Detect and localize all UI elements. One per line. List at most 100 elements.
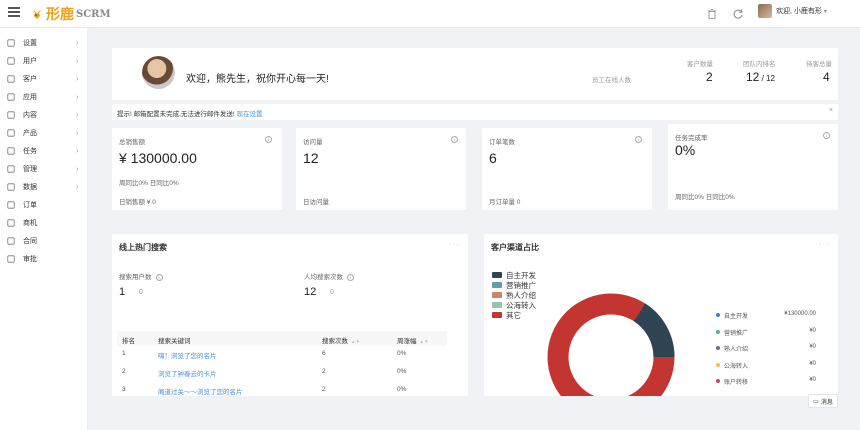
legend-label: 熟人介绍 <box>724 347 749 353</box>
kpi-sub-compare: 周同比0% 日同比0% <box>675 194 735 201</box>
profile-avatar <box>142 56 175 89</box>
col-rank: 排名 <box>122 338 135 345</box>
value-legend-item[interactable]: 公海转入 ¥0 <box>716 360 816 377</box>
legend-swatch <box>492 272 502 278</box>
avg-search-change: 0 <box>330 289 334 296</box>
search-users-label: 搜索用户数 i <box>119 271 163 281</box>
row-change: 0% <box>397 368 407 375</box>
legend-value: ¥0 <box>809 327 816 334</box>
brand-logo[interactable]: 形鹿 SCRM <box>30 4 111 24</box>
row-count: 2 <box>322 368 326 375</box>
sidebar-item-4[interactable]: 内容 › <box>0 106 88 124</box>
more-icon[interactable]: ··· <box>449 240 460 249</box>
sidebar-item-label: 产品 <box>23 130 37 137</box>
kpi-sub-daily: 日访问量 <box>303 199 329 206</box>
sidebar-item-2[interactable]: 客户 › <box>0 70 88 88</box>
stat-label-customers: 客户数量 <box>687 61 713 68</box>
stat-label-pending: 待客总量 <box>806 61 832 68</box>
legend-item[interactable]: 营销推广 <box>492 280 536 290</box>
legend-item[interactable]: 其它 <box>492 310 536 320</box>
sidebar-item-10[interactable]: 商机 <box>0 214 88 232</box>
row-keyword-link[interactable]: 浏览了钟春云的卡片 <box>158 368 217 378</box>
sidebar-item-6[interactable]: 任务 › <box>0 142 88 160</box>
panel-title: 线上热门搜索 <box>119 243 167 252</box>
chat-icon: ▭ <box>813 398 819 405</box>
value-legend-item[interactable]: 营销推广 ¥0 <box>716 327 816 344</box>
chevron-right-icon: › <box>76 57 79 65</box>
sidebar-item-9[interactable]: 订单 <box>0 196 88 214</box>
info-icon[interactable]: i <box>347 274 354 281</box>
chevron-right-icon: › <box>76 39 79 47</box>
info-icon[interactable]: i <box>635 136 642 143</box>
more-icon[interactable]: ··· <box>819 240 830 249</box>
col-count[interactable]: 搜索次数 ▲▼ <box>322 335 360 345</box>
table-row: 2 浏览了钟春云的卡片 2 0% <box>117 364 447 382</box>
sidebar-item-label: 合同 <box>23 238 37 245</box>
notice-text: 提示! 邮箱配置未完成,无法进行邮件发送! 现在设置 <box>117 111 263 118</box>
avg-search-label: 人均搜索次数 i <box>304 271 354 281</box>
kpi-value: 0% <box>675 142 696 158</box>
sidebar-item-3[interactable]: 应用 › <box>0 88 88 106</box>
sidebar-item-11[interactable]: 合同 <box>0 232 88 250</box>
legend-swatch <box>492 282 502 288</box>
legend-label: 其它 <box>506 310 521 320</box>
sidebar-item-12[interactable]: 审批 <box>0 250 88 268</box>
close-icon[interactable]: × <box>829 107 833 114</box>
value-legend-item[interactable]: 自主开发 ¥130000.00 <box>716 310 816 327</box>
kpi-sub-monthly: 月订单量 0 <box>489 199 521 206</box>
legend-item[interactable]: 熟人介绍 <box>492 290 536 300</box>
chevron-right-icon: › <box>76 183 79 191</box>
sidebar-item-7[interactable]: 管理 › <box>0 160 88 178</box>
kpi-card-sales: 总销售额 i ¥ 130000.00 周同比0% 日同比0% 日销售额 ¥ 0 <box>112 128 282 210</box>
sidebar-item-5[interactable]: 产品 › <box>0 124 88 142</box>
col-change[interactable]: 周涨幅 ▲▼ <box>397 335 428 345</box>
menu-toggle-icon[interactable] <box>8 7 20 17</box>
row-keyword-link[interactable]: 嗨！浏览了您的名片 <box>158 350 217 360</box>
user-menu[interactable]: 欢迎, 小鹿有形 ▾ <box>758 4 827 18</box>
legend-item[interactable]: 自主开发 <box>492 270 536 280</box>
legend-item[interactable]: 公海转入 <box>492 300 536 310</box>
row-keyword-link[interactable]: 阁道过关～～浏览了您的名片 <box>158 386 243 396</box>
sidebar-item-8[interactable]: 数据 › <box>0 178 88 196</box>
row-count: 6 <box>322 350 326 357</box>
sidebar-item-1[interactable]: 用户 › <box>0 52 88 70</box>
avg-search-value: 12 <box>304 286 317 298</box>
chevron-down-icon: ▾ <box>823 8 827 15</box>
app-icon <box>7 93 15 101</box>
info-icon[interactable]: i <box>451 136 458 143</box>
refresh-icon[interactable] <box>732 8 744 20</box>
legend-dot <box>716 379 720 383</box>
sidebar-item-label: 订单 <box>23 202 37 209</box>
deer-logo-icon <box>33 10 41 19</box>
channel-share-panel: 客户渠道占比 ··· 自主开发 营销推广 熟人介绍 公海转入 其它 自主开发 ¥13000… <box>484 234 838 396</box>
user-avatar <box>758 4 772 18</box>
legend-dot <box>716 362 720 367</box>
kpi-title: 访问量 <box>303 139 323 146</box>
sort-icon[interactable]: ▲▼ <box>351 339 360 344</box>
online-employees-label: 员工在线人数 <box>592 77 631 84</box>
donut-segment-self[interactable] <box>633 303 675 358</box>
product-icon <box>7 129 15 137</box>
info-icon[interactable]: i <box>823 132 830 139</box>
legend-dot <box>716 346 720 350</box>
kpi-title: 订单笔数 <box>489 139 515 146</box>
approval-icon <box>7 255 15 263</box>
sidebar-item-0[interactable]: 设置 › <box>0 34 88 52</box>
search-users-change: 0 <box>139 289 143 296</box>
legend-label: 公海转入 <box>724 363 749 370</box>
stat-value-team-rank: 12 / 12 <box>746 70 775 84</box>
trash-icon[interactable] <box>706 8 718 20</box>
chat-button[interactable]: ▭ 消息 <box>808 394 838 408</box>
table-row: 1 嗨！浏览了您的名片 6 0% <box>117 346 447 364</box>
value-legend-item[interactable]: 熟人介绍 ¥0 <box>716 343 816 360</box>
sidebar-item-label: 商机 <box>23 220 37 227</box>
value-legend-item[interactable]: 账户转移 ¥0 <box>716 376 816 393</box>
order-icon <box>7 201 15 209</box>
stat-value-customers: 2 <box>706 70 713 84</box>
setup-now-link[interactable]: 现在设置 <box>237 111 263 118</box>
info-icon[interactable]: i <box>155 274 163 281</box>
info-icon[interactable]: i <box>265 136 272 143</box>
kpi-card-task-rate: 任务完成率 i 0% 周同比0% 日同比0% <box>668 124 838 210</box>
sidebar-item-label: 设置 <box>23 40 37 47</box>
sort-icon[interactable]: ▲▼ <box>420 339 429 344</box>
